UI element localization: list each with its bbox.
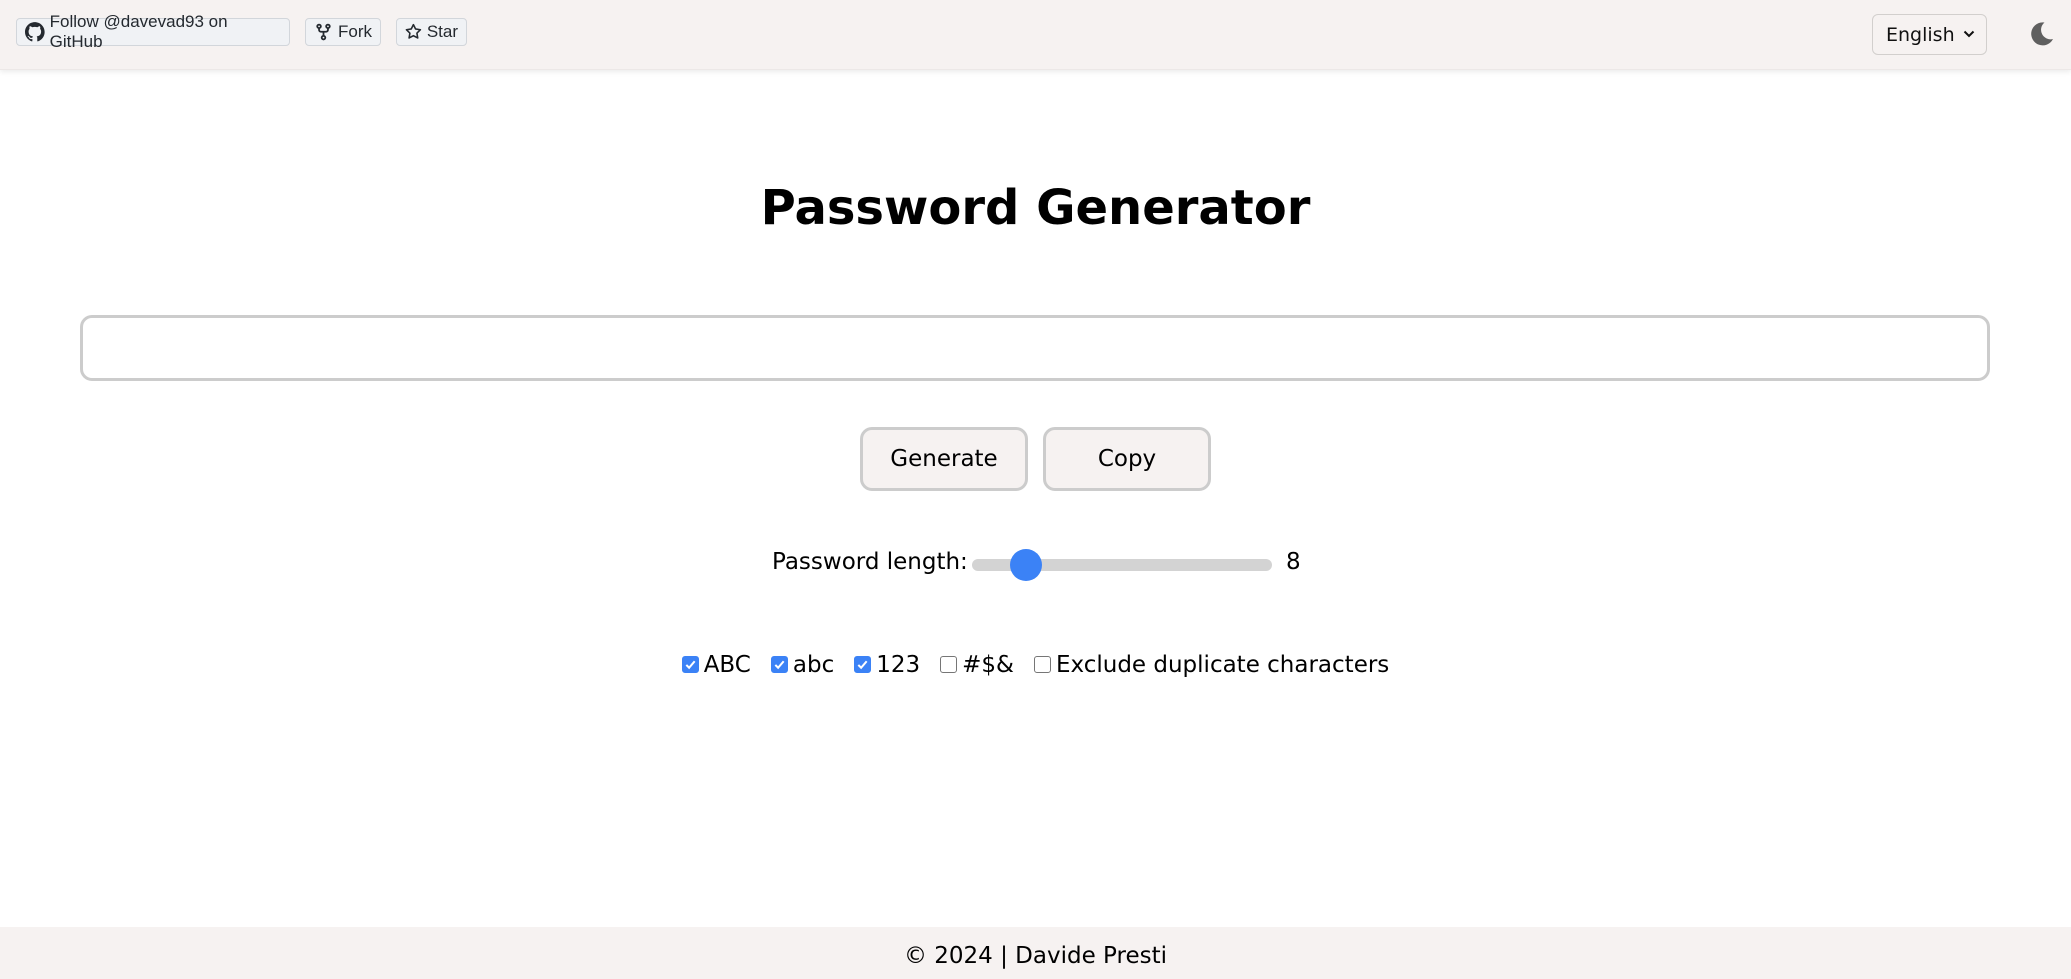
star-icon <box>405 23 422 39</box>
option-numbers[interactable]: 123 <box>854 652 920 678</box>
numbers-checkbox[interactable] <box>854 655 872 673</box>
github-follow-button[interactable]: Follow @davevad93 on GitHub <box>16 12 290 51</box>
star-button[interactable]: Star <box>396 18 467 46</box>
copy-button[interactable]: Copy <box>1043 427 1211 491</box>
exclude-duplicates-checkbox[interactable] <box>1033 655 1051 673</box>
moon-icon[interactable] <box>2027 20 2055 48</box>
checkmark-icon <box>857 660 868 669</box>
lowercase-checkbox[interactable] <box>770 655 788 673</box>
footer-copyright: © 2024 | Davide Presti <box>903 943 1168 969</box>
fork-icon <box>316 23 331 41</box>
page-title: Password Generator <box>760 180 1311 236</box>
option-symbols[interactable]: #$& <box>940 652 1014 678</box>
github-icon <box>25 22 45 42</box>
option-uppercase[interactable]: ABC <box>681 652 751 678</box>
option-label: Exclude duplicate characters <box>1055 652 1390 678</box>
option-exclude-duplicates[interactable]: Exclude duplicate characters <box>1033 652 1390 678</box>
fork-button[interactable]: Fork <box>305 18 381 46</box>
option-label: abc <box>792 652 835 678</box>
uppercase-checkbox[interactable] <box>681 655 699 673</box>
top-bar: Follow @davevad93 on GitHub Fork Star En… <box>0 0 2071 70</box>
chevron-down-icon <box>1963 30 1975 38</box>
fork-label: Fork <box>338 22 372 41</box>
language-selected: English <box>1886 23 1955 46</box>
password-output-field[interactable] <box>80 315 1990 381</box>
checkmark-icon <box>685 660 696 669</box>
option-lowercase[interactable]: abc <box>770 652 835 678</box>
language-select[interactable]: English <box>1872 14 1987 55</box>
generate-button[interactable]: Generate <box>860 427 1028 491</box>
symbols-checkbox[interactable] <box>940 655 958 673</box>
star-label: Star <box>426 22 458 41</box>
password-length-slider[interactable] <box>972 549 1272 581</box>
option-label: #$& <box>962 652 1014 678</box>
slider-thumb[interactable] <box>1009 549 1042 581</box>
footer: © 2024 | Davide Presti <box>0 927 2071 979</box>
password-length-value: 8 <box>1286 549 1301 575</box>
character-options: ABC abc 123 #$& Exclude duplicate charac… <box>0 652 2071 678</box>
password-length-label: Password length: <box>772 549 968 575</box>
option-label: ABC <box>703 652 751 678</box>
checkmark-icon <box>774 660 785 669</box>
github-follow-label: Follow @davevad93 on GitHub <box>49 12 228 51</box>
option-label: 123 <box>876 652 921 678</box>
